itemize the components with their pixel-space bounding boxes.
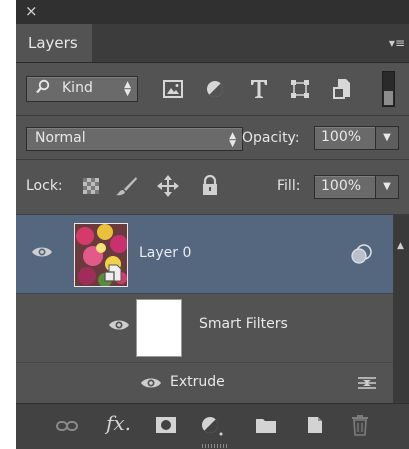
layer-name[interactable]: Layer 0: [139, 245, 191, 261]
blend-row: Normal ▲ ▼ Opacity: 100% ▼: [16, 116, 409, 160]
fill-label: Fill:: [277, 178, 301, 194]
smart-filters-row[interactable]: Smart Filters: [16, 294, 393, 363]
filter-kind-select[interactable]: Kind ▲ ▼: [26, 76, 138, 102]
blend-mode-select[interactable]: Normal ▲ ▼: [26, 127, 243, 151]
opacity-label: Opacity:: [242, 130, 300, 146]
type-filter-icon[interactable]: [248, 77, 270, 101]
new-layer-icon[interactable]: [305, 415, 325, 435]
filter-name: Extrude: [170, 374, 225, 390]
vertical-scrollbar[interactable]: ▲: [393, 215, 409, 403]
image-filter-icon[interactable]: [162, 79, 184, 99]
smart-filters-label: Smart Filters: [199, 316, 288, 332]
lock-image-pixels-icon[interactable]: [114, 175, 138, 197]
chevron-down-icon[interactable]: ▼: [375, 176, 398, 198]
fx-icon[interactable]: fx.: [106, 413, 131, 433]
lock-row: Lock: Fill: 100% ▼: [16, 160, 409, 215]
fill-field[interactable]: 100% ▼: [314, 175, 399, 199]
layers-list: Layer 0 Smart Filters Extrude: [16, 215, 409, 404]
opacity-value: 100%: [321, 129, 362, 145]
trash-icon[interactable]: [351, 414, 369, 436]
visibility-eye-icon[interactable]: [31, 245, 53, 259]
lock-all-icon[interactable]: [201, 174, 219, 196]
smart-filters-indicator-icon[interactable]: [350, 243, 374, 265]
visibility-eye-icon[interactable]: [140, 376, 162, 390]
chevron-down-icon[interactable]: ▼: [375, 127, 398, 149]
scroll-up-icon[interactable]: ▲: [397, 241, 404, 251]
filter-toggle-switch[interactable]: [382, 71, 395, 107]
panel-menu-icon[interactable]: ▾≡: [389, 36, 405, 50]
visibility-eye-icon[interactable]: [108, 318, 130, 332]
link-layers-icon[interactable]: [56, 420, 78, 432]
fill-value: 100%: [321, 178, 362, 194]
updown-arrows-icon: ▲ ▼: [229, 131, 236, 149]
filter-row: Kind ▲ ▼: [16, 63, 409, 116]
smart-object-badge-icon: [104, 264, 122, 282]
filter-row-extrude[interactable]: Extrude: [16, 363, 393, 404]
panel-title-bar[interactable]: ×: [16, 0, 409, 24]
layer-row[interactable]: Layer 0: [16, 215, 393, 294]
lock-position-icon[interactable]: [156, 174, 180, 198]
filter-kind-label: Kind: [62, 80, 93, 96]
lock-label: Lock:: [26, 178, 63, 194]
tab-layers[interactable]: Layers: [16, 24, 92, 62]
adjustment-filter-icon[interactable]: [204, 78, 226, 100]
updown-arrows-icon: ▲ ▼: [124, 80, 131, 98]
new-group-folder-icon[interactable]: [255, 416, 277, 434]
layer-thumbnail[interactable]: [74, 223, 128, 287]
resize-grip[interactable]: [202, 444, 228, 448]
panel-tab-row: Layers ▾≡: [16, 24, 409, 63]
smart-filter-mask-thumbnail[interactable]: [136, 299, 182, 357]
add-mask-icon[interactable]: [155, 416, 177, 434]
new-fill-adjustment-layer-icon[interactable]: [200, 415, 226, 437]
blend-mode-value: Normal: [35, 130, 86, 146]
opacity-field[interactable]: 100% ▼: [314, 126, 399, 150]
panel-bottom-toolbar: fx.: [16, 403, 409, 449]
shape-filter-icon[interactable]: [289, 78, 311, 100]
smart-object-filter-icon[interactable]: [331, 77, 353, 101]
lock-transparent-pixels-icon[interactable]: [83, 178, 99, 194]
close-icon[interactable]: ×: [25, 2, 38, 20]
layers-panel: × Layers ▾≡ Kind ▲ ▼ Normal ▲ ▼ Opacity:…: [16, 0, 409, 449]
search-icon: [36, 79, 50, 94]
filter-blending-options-icon[interactable]: [356, 375, 378, 391]
